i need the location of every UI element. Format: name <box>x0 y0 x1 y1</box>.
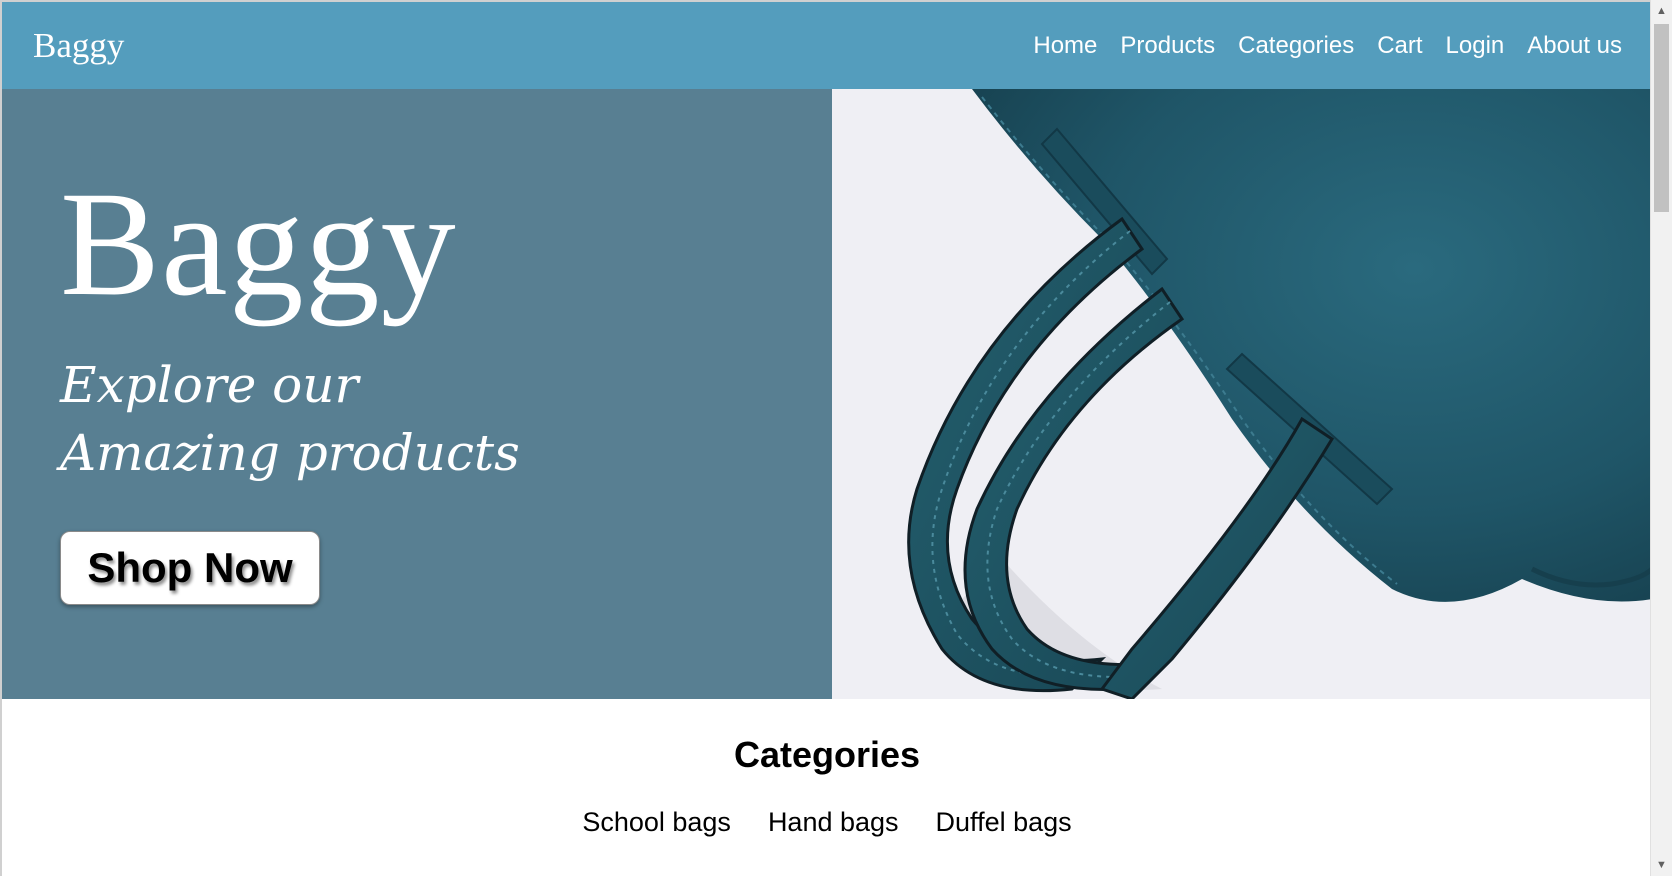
category-duffel-bags[interactable]: Duffel bags <box>936 807 1072 838</box>
vertical-scrollbar[interactable]: ▲ ▼ <box>1650 0 1672 876</box>
nav-link-about-us[interactable]: About us <box>1527 32 1622 60</box>
page-viewport: Baggy Home Products Categories Cart Logi… <box>0 0 1650 876</box>
categories-heading: Categories <box>733 734 921 775</box>
hero-section: Baggy Explore our Amazing products Shop … <box>2 89 1650 699</box>
nav-links: Home Products Categories Cart Login Abou… <box>1033 32 1622 60</box>
nav-link-cart[interactable]: Cart <box>1377 32 1422 60</box>
nav-link-products[interactable]: Products <box>1120 32 1215 60</box>
nav-link-home[interactable]: Home <box>1033 32 1097 60</box>
category-school-bags[interactable]: School bags <box>582 807 731 838</box>
scrollbar-thumb[interactable] <box>1654 24 1669 212</box>
scroll-down-arrow-icon[interactable]: ▼ <box>1651 856 1672 874</box>
hero-title: Baggy <box>60 161 457 327</box>
nav-link-login[interactable]: Login <box>1446 32 1505 60</box>
teal-suede-handbag-image <box>907 89 1650 699</box>
scroll-up-arrow-icon[interactable]: ▲ <box>1651 2 1672 20</box>
nav-link-categories[interactable]: Categories <box>1238 32 1354 60</box>
hero-image-panel <box>832 89 1650 699</box>
hero-subtitle: Explore our Amazing products <box>60 356 520 482</box>
categories-list: School bags Hand bags Duffel bags <box>2 807 1650 838</box>
category-hand-bags[interactable]: Hand bags <box>768 807 899 838</box>
brand-logo[interactable]: Baggy <box>33 26 124 66</box>
shop-now-button[interactable]: Shop Now <box>60 531 320 605</box>
hero-text-panel: Baggy Explore our Amazing products Shop … <box>2 89 832 699</box>
navbar: Baggy Home Products Categories Cart Logi… <box>2 2 1650 89</box>
categories-section: Categories School bags Hand bags Duffel … <box>2 699 1650 876</box>
